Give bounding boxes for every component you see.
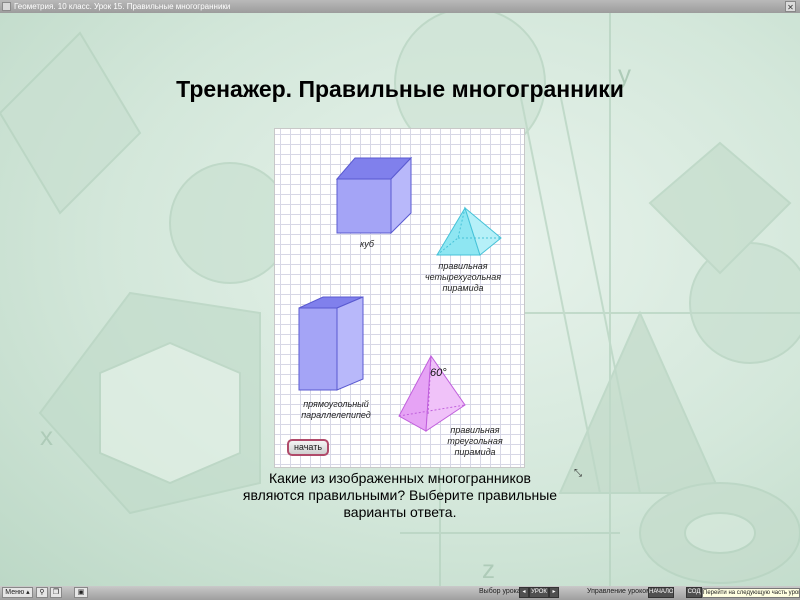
lesson-button[interactable]: УРОК	[529, 587, 549, 598]
box-figure[interactable]	[298, 296, 364, 391]
svg-text:z: z	[482, 554, 495, 584]
cube-label: куб	[359, 239, 374, 249]
svg-text:x: x	[40, 421, 53, 451]
pages-icon[interactable]: ❐	[50, 587, 62, 598]
start-button[interactable]: начать	[287, 439, 329, 456]
exercise-card: куб правильная четырехугольная пирамида …	[274, 128, 525, 468]
book-icon[interactable]: ▣	[74, 587, 88, 598]
start-lesson-button[interactable]: НАЧАЛО	[648, 587, 674, 598]
tri-pyramid-label: правильная треугольная пирамида	[447, 425, 503, 457]
window-titlebar: Геометрия. 10 класс. Урок 15. Правильные…	[0, 0, 800, 13]
question-text: Какие из изображенных многогранников явл…	[242, 470, 558, 520]
next-lesson-icon[interactable]: ▸	[549, 587, 559, 598]
expand-icon[interactable]: ⤡	[574, 468, 582, 479]
bottom-toolbar: Меню ▴ ⚲ ❐ ▣ Выбор урока: ◂ УРОК ▸ Управ…	[0, 586, 800, 600]
app-icon	[2, 2, 11, 11]
window-title: Геометрия. 10 класс. Урок 15. Правильные…	[14, 2, 231, 11]
control-label: Управление уроком:	[587, 588, 653, 595]
page-title: Тренажер. Правильные многогранники	[176, 76, 624, 102]
angle-label: 60°	[430, 367, 447, 379]
lesson-select-label: Выбор урока:	[479, 588, 523, 595]
quad-pyramid-label: правильная четырехугольная пирамида	[424, 261, 502, 293]
next-part-tooltip: Перейти на следующую часть урока	[702, 588, 800, 598]
quad-pyramid-figure[interactable]	[436, 206, 502, 256]
prev-lesson-icon[interactable]: ◂	[519, 587, 529, 598]
cube-figure[interactable]	[335, 156, 413, 235]
content-button[interactable]: СОД	[686, 587, 702, 598]
close-icon[interactable]: ✕	[785, 1, 796, 12]
menu-button[interactable]: Меню ▴	[2, 587, 33, 598]
box-label: прямоугольный параллелепипед	[301, 399, 371, 420]
search-icon[interactable]: ⚲	[36, 587, 48, 598]
